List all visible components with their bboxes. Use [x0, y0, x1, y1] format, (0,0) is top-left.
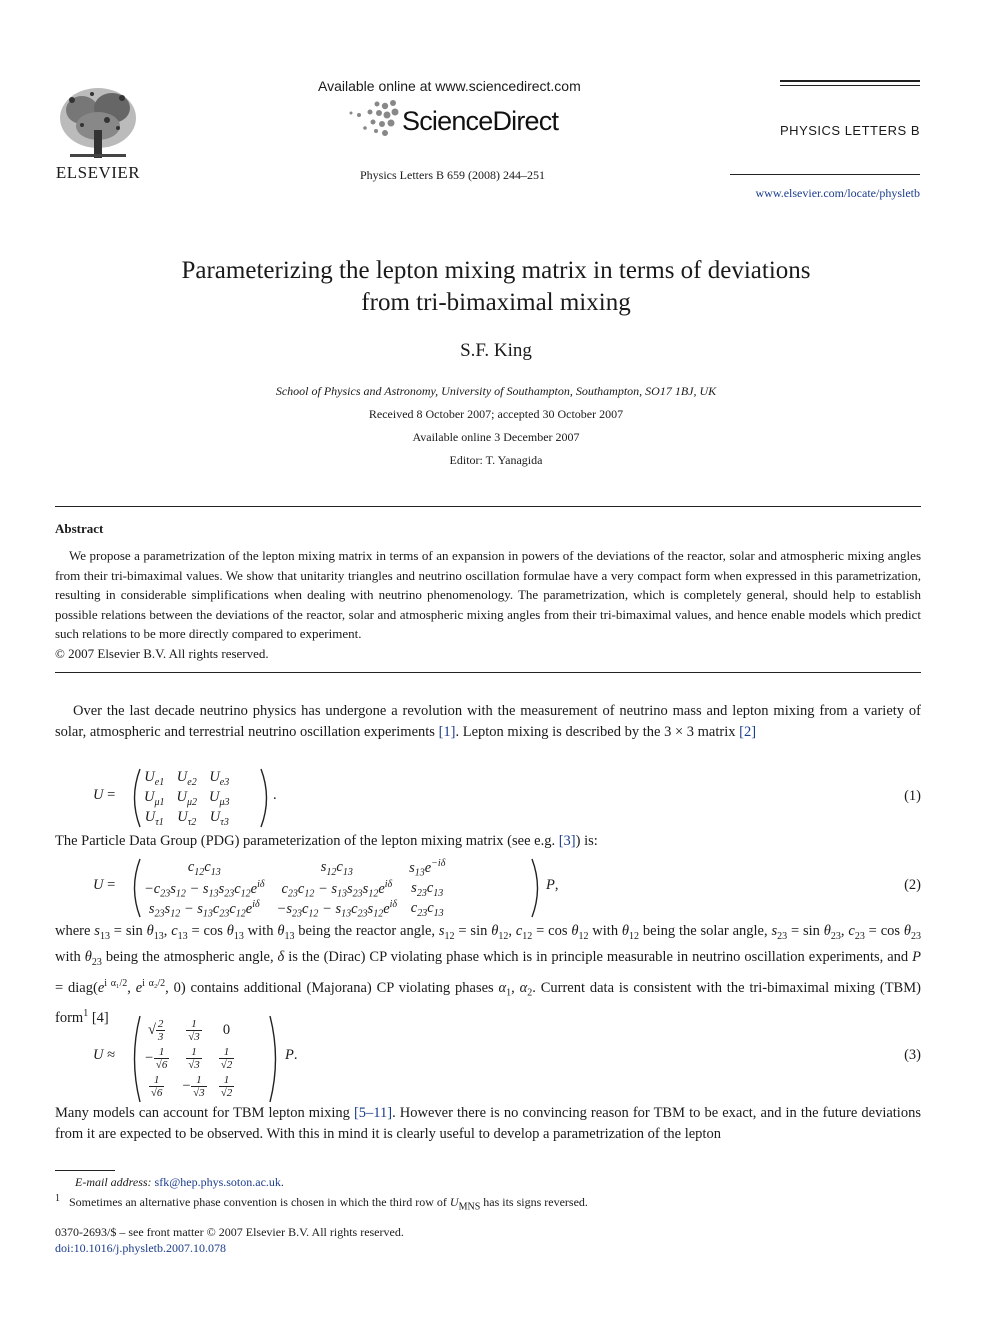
text: Many models can account for TBM lepton m… — [55, 1105, 354, 1121]
header-rule — [730, 174, 920, 175]
journal-url-link[interactable]: www.elsevier.com/locate/physletb — [700, 186, 920, 201]
email-link[interactable]: sfk@hep.phys.soton.ac.uk — [155, 1175, 281, 1189]
equation-2-lhs: U = — [93, 877, 116, 893]
matrix-row: √ 2 3 1 √3 0 — [147, 1017, 231, 1043]
matrix-row: s23s12 − s13c23c12eiδ −s23c12 − s13c23s12… — [148, 899, 444, 921]
footnote-email: E-mail address: sfk@hep.phys.soton.ac.uk… — [75, 1175, 284, 1189]
text: being the solar angle, — [639, 923, 772, 939]
journal-name: PHYSICS LETTERS B — [780, 123, 920, 138]
right-paren-icon — [531, 858, 539, 918]
equation-number: (2) — [904, 877, 921, 893]
email-label: E-mail address: — [75, 1175, 152, 1189]
matrix-row: 1 √6 −1 √3 1 √2 — [148, 1073, 235, 1099]
right-paren-icon — [260, 768, 268, 828]
equation-2-matrix: c12c13 s12c13 s13e−iδ −c23s12 − s13s23c12e… — [138, 858, 451, 920]
title-line-1: Parameterizing the lepton mixing matrix … — [181, 257, 811, 284]
citation-link[interactable]: [1] — [439, 724, 456, 740]
paragraph-definitions: where s13 = sin θ13, c13 = cos θ13 with … — [55, 923, 921, 1026]
paragraph-models: Many models can account for TBM lepton m… — [55, 1103, 921, 1144]
footnote-rule — [55, 1170, 115, 1171]
citation-link[interactable]: [3] — [559, 833, 576, 849]
right-paren-icon — [269, 1015, 277, 1103]
journal-citation: Physics Letters B 659 (2008) 244–251 — [360, 168, 545, 182]
matrix-row: −1 √6 1 √3 1 √2 — [144, 1045, 235, 1071]
equation-1-matrix: Ue1 Ue2 Ue3 Uμ1 Uμ2 Uμ3 Uτ1 Uτ2 Uτ3 — [138, 768, 236, 828]
equation-1-lhs: U = — [93, 787, 116, 803]
abstract-heading: Abstract — [55, 521, 104, 536]
footnote-marker: 1 — [55, 1193, 60, 1204]
equation-number: (1) — [904, 788, 921, 804]
sciencedirect-dots-icon — [349, 100, 399, 136]
abstract-body: We propose a parametrization of the lept… — [55, 546, 921, 663]
text: contains additional (Majorana) CP violat… — [185, 979, 499, 996]
text: where — [55, 923, 95, 939]
doi-link[interactable]: doi:10.1016/j.physletb.2007.10.078 — [55, 1241, 226, 1256]
equation-3-matrix: √ 2 3 1 √3 0 −1 √6 1 √3 1 √2 1 √6 −1 √3 1 √2 — [138, 1016, 240, 1100]
abstract-bottom-rule — [55, 672, 921, 673]
citation-link[interactable]: [4] — [92, 1010, 109, 1026]
footnote-1: 1 Sometimes an alternative phase convent… — [55, 1193, 588, 1213]
front-matter-line: 0370-2693/$ – see front matter © 2007 El… — [55, 1225, 404, 1239]
abstract-text: We propose a parametrization of the lept… — [55, 548, 921, 641]
paragraph-intro: Over the last decade neutrino physics ha… — [55, 701, 921, 742]
matrix-row: Uμ1 Uμ2 Uμ3 — [144, 788, 230, 808]
text: being the reactor angle, — [294, 923, 439, 939]
editor: Editor: T. Yanagida — [449, 453, 543, 467]
received-dates: Received 8 October 2007; accepted 30 Oct… — [368, 407, 624, 421]
available-online-text: Available online at www.sciencedirect.co… — [318, 78, 581, 94]
text: has its signs reversed. — [480, 1195, 588, 1209]
article-title: Parameterizing the lepton mixing matrix … — [96, 255, 896, 319]
author-name: S.F. King — [460, 340, 532, 361]
matrix-row: Ue1 Ue2 Ue3 — [144, 768, 230, 788]
text: The Particle Data Group (PDG) parameteri… — [55, 833, 559, 849]
matrix-row: −c23s12 − s13s23c12eiδ c23c12 − s13s23s12… — [144, 878, 444, 900]
paragraph-pdg: The Particle Data Group (PDG) parameteri… — [55, 831, 921, 852]
header-rule — [780, 85, 920, 86]
text: is the (Dirac) CP violating phase which … — [284, 949, 913, 966]
matrix-row: c12c13 s12c13 s13e−iδ — [187, 858, 446, 879]
equation-3-lhs: U ≈ — [93, 1047, 116, 1063]
matrix-row: Uτ1 Uτ2 Uτ3 — [144, 808, 229, 828]
header-rule — [780, 80, 920, 82]
publisher-name: ELSEVIER — [55, 163, 141, 182]
equation-3-p: P. — [285, 1047, 298, 1063]
equation-2-p: P, — [546, 877, 559, 893]
text: being the atmospheric angle, — [101, 949, 278, 966]
text: ) is: — [575, 833, 598, 849]
affiliation: School of Physics and Astronomy, Univers… — [275, 384, 717, 398]
abstract-top-rule — [55, 506, 921, 507]
text: Sometimes an alternative phase conventio… — [69, 1195, 450, 1209]
available-online-date: Available online 3 December 2007 — [412, 430, 580, 444]
equation-number: (3) — [904, 1047, 921, 1063]
text: . Lepton mixing is described by the 3 × … — [455, 723, 740, 740]
citation-link[interactable]: [5–11] — [354, 1105, 392, 1121]
citation-link[interactable]: [2] — [739, 724, 756, 740]
footnote-marker[interactable]: 1 — [83, 1008, 88, 1019]
period: . — [273, 787, 277, 803]
title-line-2: from tri-bimaximal mixing — [361, 289, 631, 316]
abstract-copyright: © 2007 Elsevier B.V. All rights reserved… — [55, 645, 269, 661]
sciencedirect-brand: ScienceDirect — [402, 106, 559, 136]
